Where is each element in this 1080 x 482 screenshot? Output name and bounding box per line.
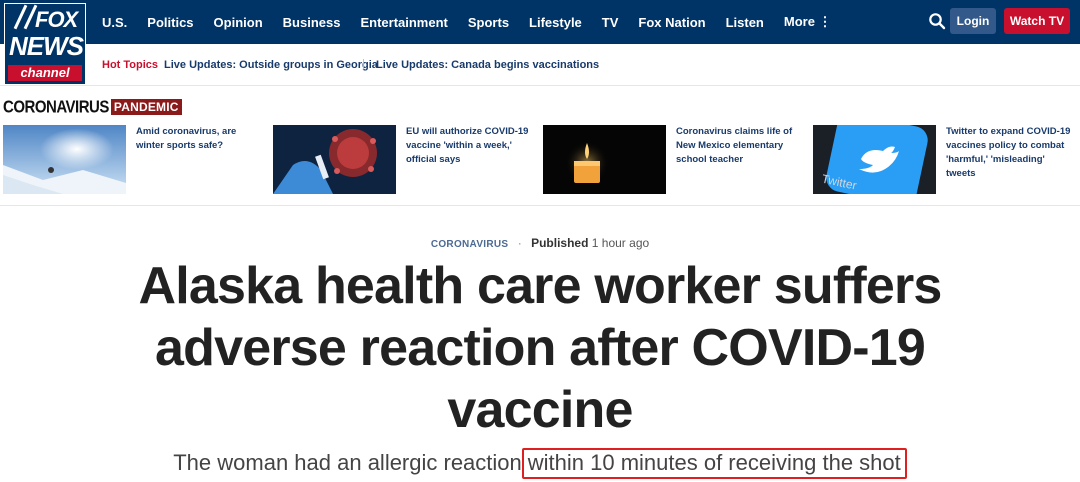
banner-tag: PANDEMIC xyxy=(110,99,182,115)
story-title[interactable]: Amid coronavirus, are winter sports safe… xyxy=(136,125,264,153)
article-headline: Alaska health care worker suffers advers… xyxy=(138,257,942,439)
nav-item-entertainment[interactable]: Entertainment xyxy=(360,15,447,30)
watch-tv-button[interactable]: Watch TV xyxy=(1004,8,1070,34)
article-meta: CORONAVIRUS · Published 1 hour ago xyxy=(0,236,1080,250)
nav-item-politics[interactable]: Politics xyxy=(147,15,193,30)
divider xyxy=(0,205,1080,206)
divider: | xyxy=(362,58,365,70)
story-title[interactable]: Twitter to expand COVID-19 vaccines poli… xyxy=(946,125,1074,181)
hot-topic-link[interactable]: Live Updates: Canada begins vaccinations xyxy=(376,59,599,71)
story-thumbnail[interactable] xyxy=(3,125,126,194)
top-nav: U.S. Politics Opinion Business Entertain… xyxy=(0,0,1080,44)
logo-channel-text: channel xyxy=(8,65,82,81)
nav-menu: U.S. Politics Opinion Business Entertain… xyxy=(102,0,832,44)
published-time: 1 hour ago xyxy=(591,236,650,250)
nav-item-sports[interactable]: Sports xyxy=(468,15,509,30)
subhead-text: The woman had an allergic reaction xyxy=(173,450,522,475)
article-eyebrow[interactable]: CORONAVIRUS xyxy=(431,239,509,250)
nav-item-business[interactable]: Business xyxy=(283,15,341,30)
nav-item-opinion[interactable]: Opinion xyxy=(214,15,263,30)
hot-topics-label: Hot Topics xyxy=(102,59,159,71)
hot-topic-link[interactable]: Live Updates: Outside groups in Georgia xyxy=(164,59,378,71)
hot-topics-bar: Hot Topics Live Updates: Outside groups … xyxy=(0,44,1080,86)
banner-title: CORONAVIRUS xyxy=(3,97,109,117)
login-button[interactable]: Login xyxy=(950,8,996,34)
published-label: Published xyxy=(531,236,589,250)
story-thumbnail[interactable] xyxy=(543,125,666,194)
fox-news-logo[interactable]: FOX NEWS channel xyxy=(4,3,86,85)
search-icon[interactable] xyxy=(928,12,946,30)
nav-item-tv[interactable]: TV xyxy=(602,15,619,30)
nav-item-listen[interactable]: Listen xyxy=(726,15,764,30)
story-thumbnail[interactable] xyxy=(273,125,396,194)
nav-item-lifestyle[interactable]: Lifestyle xyxy=(529,15,582,30)
nav-item-more[interactable]: More ⋮ xyxy=(784,14,832,30)
logo-news-text: NEWS xyxy=(9,31,84,61)
nav-item-fox-nation[interactable]: Fox Nation xyxy=(638,15,705,30)
coronavirus-banner[interactable]: CORONAVIRUS PANDEMIC xyxy=(3,97,182,117)
article-subhead: The woman had an allergic reaction within… xyxy=(0,448,1080,479)
story-title[interactable]: EU will authorize COVID-19 vaccine 'with… xyxy=(406,125,534,167)
story-title[interactable]: Coronavirus claims life of New Mexico el… xyxy=(676,125,804,167)
meta-separator: · xyxy=(517,236,522,250)
subhead-highlight: within 10 minutes of receiving the shot xyxy=(521,448,907,479)
nav-item-us[interactable]: U.S. xyxy=(102,15,127,30)
logo-fox-text: FOX xyxy=(35,7,78,32)
story-thumbnail[interactable]: Twitter xyxy=(813,125,936,194)
